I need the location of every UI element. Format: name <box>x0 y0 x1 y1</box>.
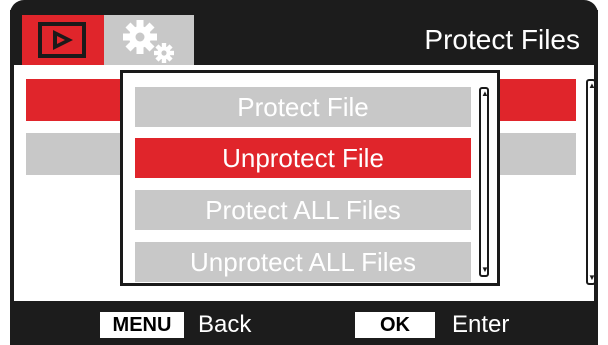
protect-options-popup: Protect File Unprotect File Protect ALL … <box>120 70 500 286</box>
background-scrollbar[interactable]: ▲ ▼ <box>586 79 596 285</box>
menu-item-protect-all-files[interactable]: Protect ALL Files <box>135 190 471 230</box>
enter-label: Enter <box>452 311 510 338</box>
page-title: Protect Files <box>424 24 580 55</box>
ok-key-badge[interactable]: OK <box>355 312 435 338</box>
scroll-up-arrow-icon: ▲ <box>588 81 596 90</box>
dashcam-screen: Protect Files ▲ ▼ Protect File Unprotect… <box>0 0 608 345</box>
menu-key-badge[interactable]: MENU <box>100 312 184 338</box>
back-label: Back <box>198 311 252 338</box>
scroll-down-arrow-icon: ▼ <box>481 265 489 274</box>
menu-item-protect-file[interactable]: Protect File <box>135 87 471 127</box>
tab-settings[interactable] <box>104 15 194 65</box>
scroll-up-arrow-icon: ▲ <box>481 89 489 98</box>
header-bar: Protect Files <box>10 10 598 65</box>
popup-scrollbar[interactable]: ▲ ▼ <box>479 87 489 277</box>
footer-bar: MENU Back OK Enter <box>10 305 598 345</box>
playback-icon <box>38 22 86 58</box>
settings-gears-icon <box>123 20 174 63</box>
tab-playback[interactable] <box>22 15 104 65</box>
scroll-down-arrow-icon: ▼ <box>588 273 596 282</box>
menu-item-unprotect-file[interactable]: Unprotect File <box>135 138 471 178</box>
menu-item-unprotect-all-files[interactable]: Unprotect ALL Files <box>135 242 471 282</box>
